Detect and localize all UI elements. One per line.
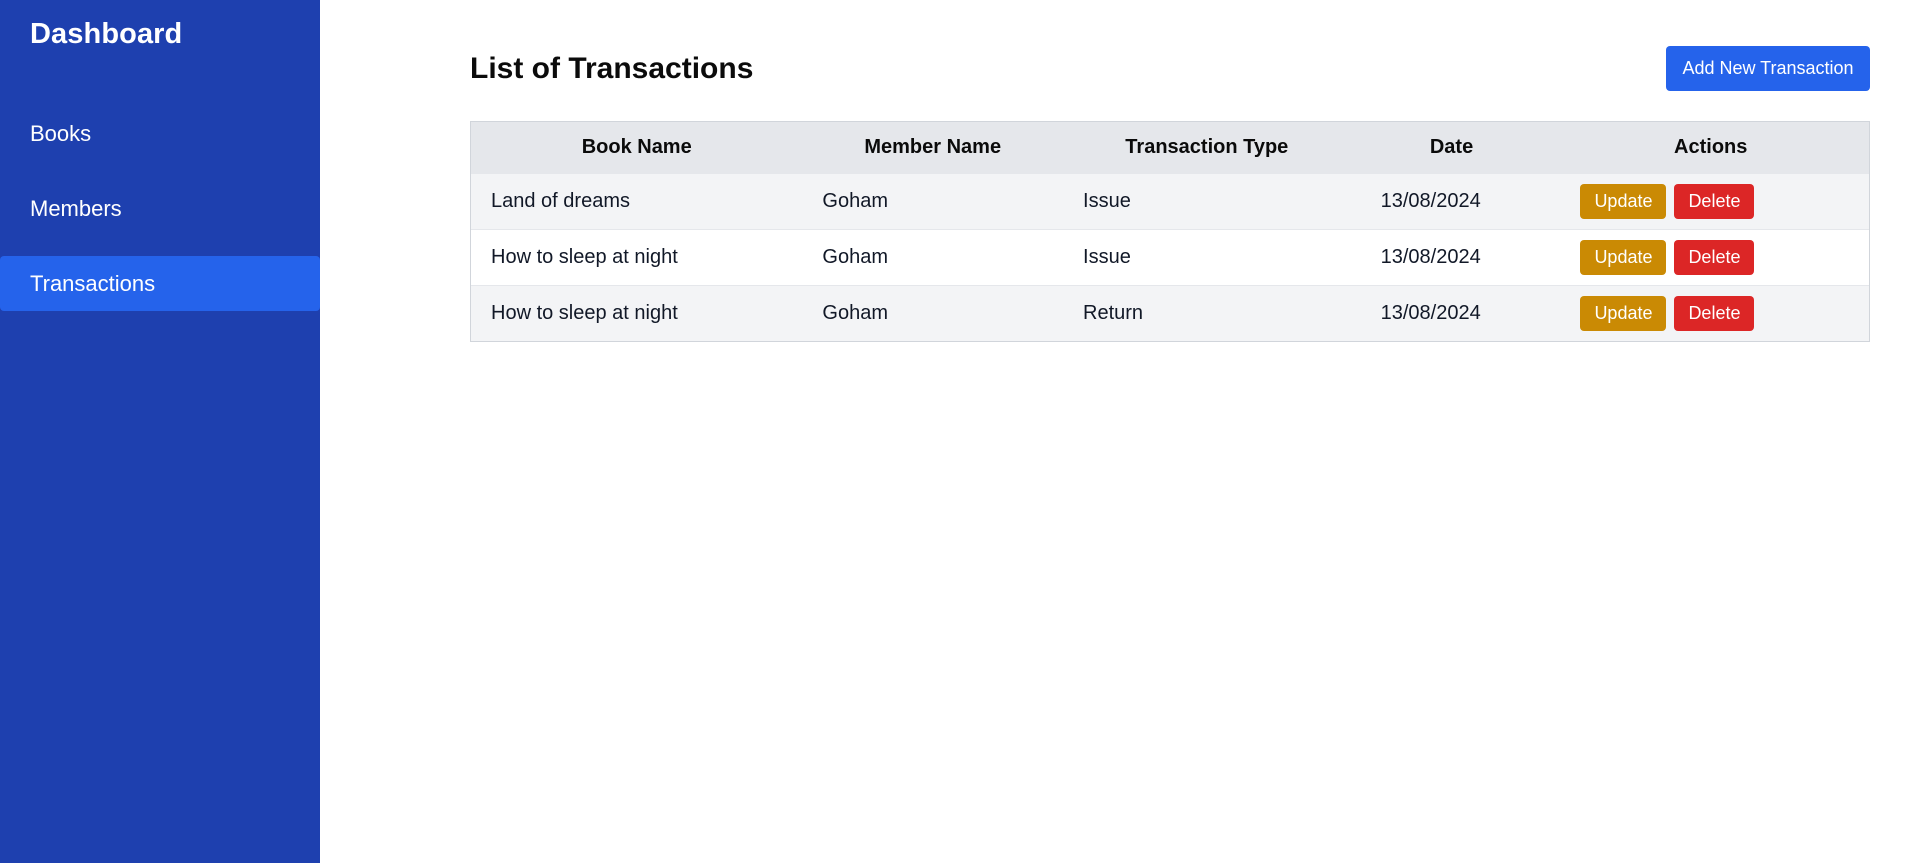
cell-actions: Update Delete [1552,173,1869,229]
cell-transaction-type: Return [1083,301,1144,324]
transactions-table-container: Book Name Member Name Transaction Type D… [470,121,1870,342]
cell-actions: Update Delete [1552,285,1869,341]
cell-transaction-type: Issue [1083,189,1131,212]
cell-member-name: Goham [822,301,889,324]
sidebar-nav: Books Members Transactions [0,106,320,331]
cell-member-name: Goham [822,189,889,212]
cell-book-name: Land of dreams [491,189,630,212]
cell-actions: Update Delete [1552,229,1869,285]
sidebar-item-books[interactable]: Books [0,106,320,161]
add-transaction-button[interactable]: Add New Transaction [1666,46,1870,91]
sidebar: Dashboard Books Members Transactions [0,0,320,863]
table-body: Land of dreams Goham Issue 13/08/2024 Up… [471,173,1869,341]
table-row: How to sleep at night Goham Return 13/08… [471,285,1869,341]
main-content: List of Transactions Add New Transaction… [320,0,1912,863]
delete-button[interactable]: Delete [1674,183,1755,219]
update-button[interactable]: Update [1580,183,1667,219]
column-header-book-name: Book Name [581,135,692,158]
cell-date: 13/08/2024 [1380,245,1481,268]
table-row: Land of dreams Goham Issue 13/08/2024 Up… [471,173,1869,229]
table-row: How to sleep at night Goham Issue 13/08/… [471,229,1869,285]
sidebar-item-transactions[interactable]: Transactions [0,256,320,311]
page-title: List of Transactions [470,52,754,85]
column-header-transaction-type: Transaction Type [1125,135,1289,158]
app-root: Dashboard Books Members Transactions Lis… [0,0,1912,863]
cell-book-name: How to sleep at night [491,301,678,324]
update-button[interactable]: Update [1580,239,1667,275]
cell-date: 13/08/2024 [1380,301,1481,324]
sidebar-item-members[interactable]: Members [0,181,320,236]
column-header-member-name: Member Name [864,135,1002,158]
delete-button[interactable]: Delete [1674,295,1755,331]
table-header: Book Name Member Name Transaction Type D… [471,122,1869,173]
cell-date: 13/08/2024 [1380,189,1481,212]
cell-member-name: Goham [822,245,889,268]
delete-button[interactable]: Delete [1674,239,1755,275]
sidebar-title: Dashboard [30,18,183,50]
column-header-date: Date [1429,135,1474,158]
cell-transaction-type: Issue [1083,245,1131,268]
cell-book-name: How to sleep at night [491,245,678,268]
column-header-actions: Actions [1674,135,1748,158]
table-header-row: Book Name Member Name Transaction Type D… [471,122,1869,173]
transactions-table: Book Name Member Name Transaction Type D… [471,122,1869,341]
update-button[interactable]: Update [1580,295,1667,331]
